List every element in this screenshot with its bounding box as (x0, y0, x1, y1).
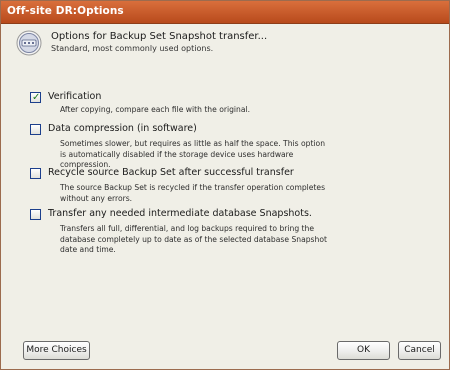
recycle-source-checkbox[interactable] (30, 168, 41, 179)
cancel-button[interactable]: Cancel (398, 341, 441, 360)
options-gear-icon (16, 30, 42, 56)
header-title: Options for Backup Set Snapshot transfer… (51, 31, 268, 42)
data-compression-label[interactable]: Data compression (in software) (48, 123, 197, 134)
recycle-source-description: The source Backup Set is recycled if the… (60, 183, 326, 203)
window-title: Off-site DR:Options (7, 5, 124, 17)
verification-description: After copying, compare each file with th… (60, 105, 250, 114)
data-compression-checkbox[interactable] (30, 124, 41, 135)
recycle-source-label[interactable]: Recycle source Backup Set after successf… (48, 167, 294, 178)
data-compression-description: Sometimes slower, but requires as little… (60, 139, 326, 169)
title-bar[interactable]: Off-site DR:Options (1, 1, 449, 24)
transfer-snapshots-label[interactable]: Transfer any needed intermediate databas… (48, 208, 312, 219)
options-dialog: Off-site DR:Options Options for Backup S… (0, 0, 450, 370)
transfer-snapshots-checkbox[interactable] (30, 209, 41, 220)
verification-checkbox[interactable]: ✓ (30, 92, 41, 103)
transfer-snapshots-description: Transfers all full, differential, and lo… (60, 224, 327, 254)
ok-button[interactable]: OK (337, 341, 390, 360)
checkmark-icon: ✓ (32, 92, 41, 103)
header-subtitle: Standard, most commonly used options. (51, 44, 214, 53)
more-choices-button[interactable]: More Choices (23, 341, 90, 360)
verification-label[interactable]: Verification (48, 91, 101, 102)
